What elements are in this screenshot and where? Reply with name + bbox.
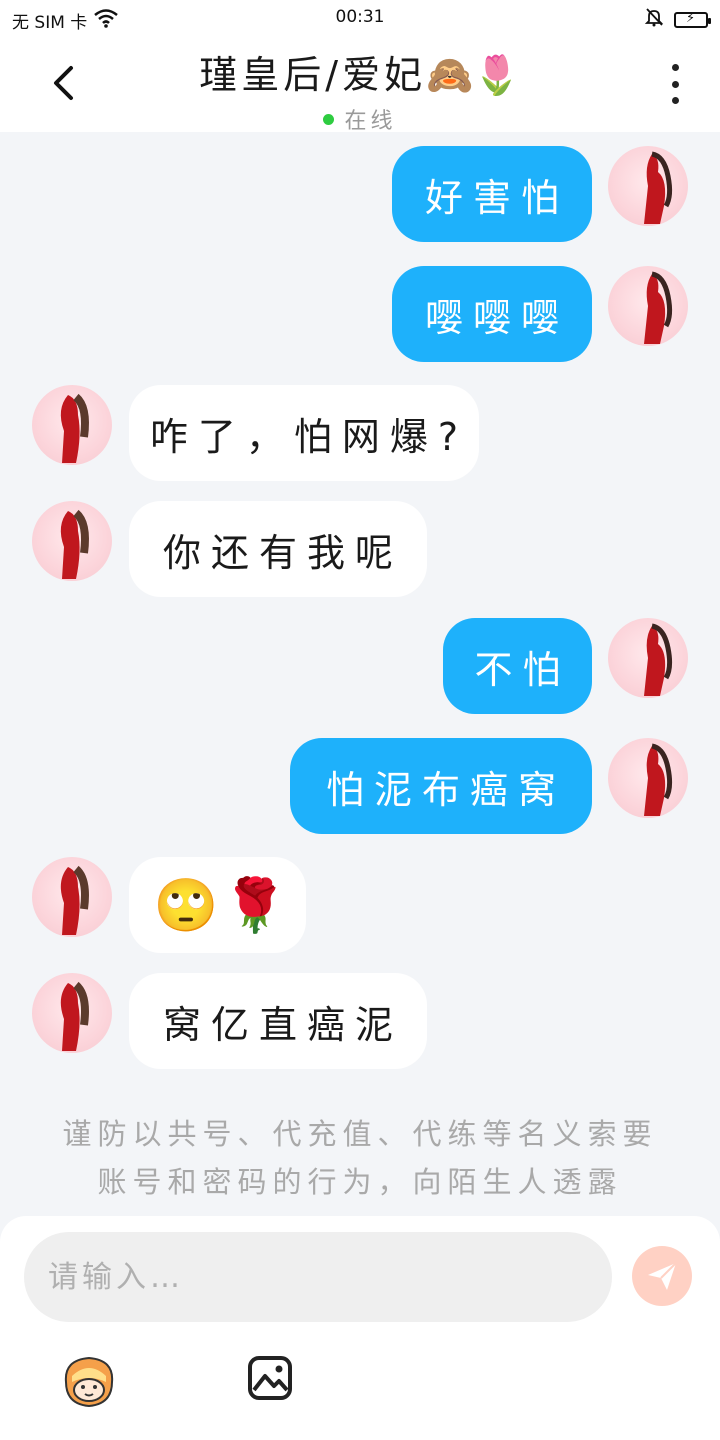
my-avatar[interactable] (608, 738, 688, 818)
clock: 00:31 (335, 7, 385, 27)
contact-avatar[interactable] (32, 857, 112, 937)
chat-header: 瑾皇后/爱妃🙈🌷 在线 (0, 36, 720, 135)
message-bubble-received[interactable]: 你还有我呢 (129, 501, 427, 597)
online-dot (323, 113, 335, 125)
status-right: ⚡ (644, 7, 711, 32)
contact-avatar[interactable] (32, 973, 112, 1053)
message-bubble-sent[interactable]: 不怕 (443, 618, 592, 714)
online-status: 在线 (0, 103, 720, 135)
contact-avatar[interactable] (32, 501, 112, 581)
composer-panel (0, 1216, 720, 1440)
message-bubble-sent[interactable]: 怕泥布癌窝 (290, 738, 592, 834)
my-avatar[interactable] (608, 266, 688, 346)
sticker-button[interactable] (60, 1352, 118, 1410)
more-vertical-icon (671, 64, 679, 71)
image-icon (248, 1356, 292, 1400)
more-options-button[interactable] (660, 64, 690, 104)
status-bar: 无 SIM 卡 00:31 ⚡ (0, 0, 720, 36)
title-block: 瑾皇后/爱妃🙈🌷 在线 (0, 44, 720, 135)
message-bubble-received[interactable]: 咋了，怕网爆? (129, 385, 479, 481)
contact-avatar[interactable] (32, 385, 112, 465)
my-avatar[interactable] (608, 146, 688, 226)
message-bubble-sent[interactable]: 好害怕 (392, 146, 592, 242)
message-input[interactable] (24, 1232, 612, 1322)
paper-plane-icon (648, 1262, 677, 1290)
bell-off-icon (644, 7, 664, 32)
battery-charging-icon: ⚡ (674, 11, 711, 28)
safety-notice: 谨防以共号、代充值、代练等名义索要账号和密码的行为，向陌生人透露 (62, 1117, 658, 1199)
my-avatar[interactable] (608, 618, 688, 698)
online-status-text: 在线 (344, 109, 397, 134)
message-bubble-received[interactable]: 🙄🌹 (129, 857, 306, 953)
image-button[interactable] (246, 1354, 294, 1402)
send-button[interactable] (632, 1246, 692, 1306)
message-bubble-received[interactable]: 窝亿直癌泥 (129, 973, 427, 1069)
title-emoji: 🙈🌷 (426, 53, 521, 97)
sticker-face-icon (64, 1356, 114, 1408)
chat-title: 瑾皇后/爱妃 (199, 53, 427, 97)
message-bubble-sent[interactable]: 嘤嘤嘤 (392, 266, 592, 362)
